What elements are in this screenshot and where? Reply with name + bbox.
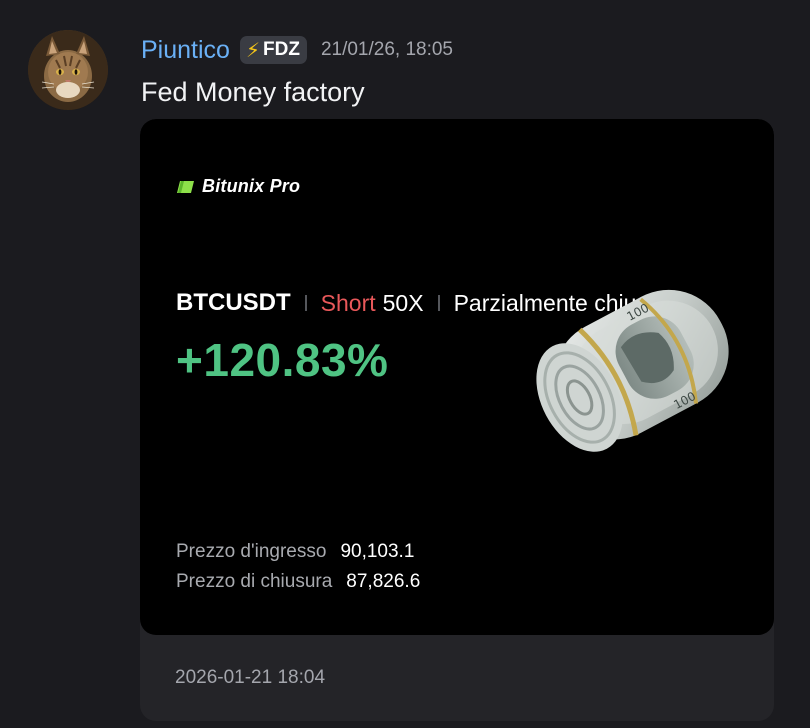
exit-price-row: Prezzo di chiusura 87,826.6 xyxy=(176,567,420,597)
message-timestamp[interactable]: 21/01/26, 18:05 xyxy=(321,39,453,61)
exit-price-value: 87,826.6 xyxy=(346,571,421,592)
money-roll-icon: 100 100 xyxy=(536,289,729,452)
brand: Bitunix Pro xyxy=(176,176,300,197)
avatar[interactable] xyxy=(28,30,108,110)
entry-price-label: Prezzo d'ingresso xyxy=(176,541,327,562)
exit-price-label: Prezzo di chiusura xyxy=(176,571,333,592)
trade-card-image[interactable]: Bitunix Pro BTCUSDT Short 50X Parzialmen… xyxy=(140,119,774,635)
cat-avatar-icon xyxy=(28,30,108,110)
bitunix-logo-icon xyxy=(177,180,194,193)
brand-name: Bitunix Pro xyxy=(202,176,301,196)
position-side: Short xyxy=(320,289,376,316)
divider xyxy=(304,295,307,311)
guild-tag[interactable]: ⚡ FDZ xyxy=(239,36,307,64)
entry-price-value: 90,103.1 xyxy=(340,541,415,562)
trading-pair: BTCUSDT xyxy=(176,289,291,316)
divider xyxy=(437,295,440,311)
message-header: Piuntico ⚡ FDZ 21/01/26, 18:05 xyxy=(141,34,453,66)
lightning-icon: ⚡ xyxy=(245,39,260,62)
entry-price-row: Prezzo d'ingresso 90,103.1 xyxy=(176,537,420,567)
message-content: Fed Money factory xyxy=(141,77,365,107)
embed-footer-timestamp: 2026-01-21 18:04 xyxy=(175,667,326,688)
leverage: 50X xyxy=(382,289,424,316)
guild-tag-label: FDZ xyxy=(263,39,300,60)
embed: Bitunix Pro BTCUSDT Short 50X Parzialmen… xyxy=(140,119,774,721)
pnl-percentage: +120.83% xyxy=(176,334,389,386)
price-details: Prezzo d'ingresso 90,103.1 Prezzo di chi… xyxy=(176,537,420,597)
username[interactable]: Piuntico xyxy=(141,36,230,65)
